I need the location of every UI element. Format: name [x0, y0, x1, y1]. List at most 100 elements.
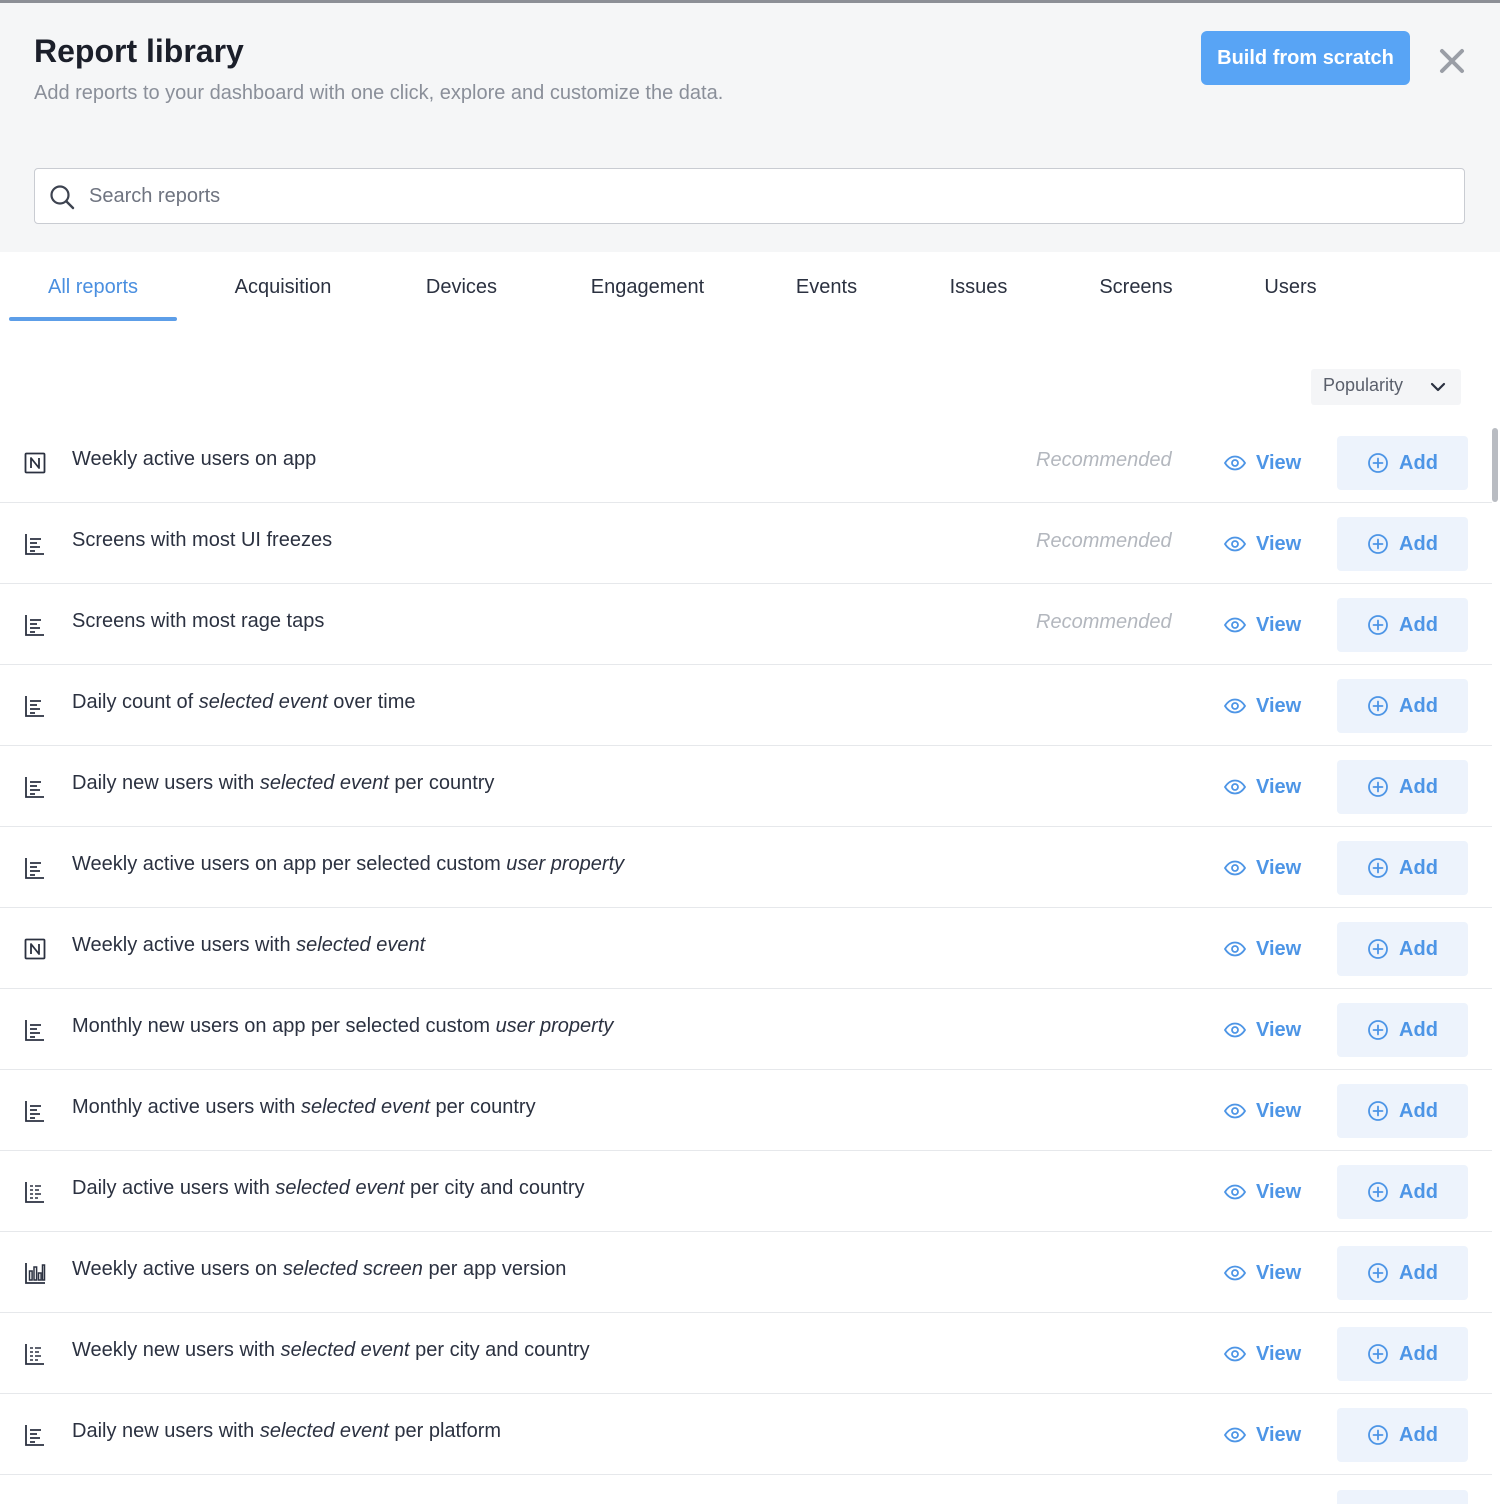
- report-title-variable: selected event: [296, 934, 426, 956]
- bar-list-icon: [24, 614, 46, 636]
- add-label: Add: [1399, 1018, 1438, 1041]
- report-row[interactable]: Monthly active users with selected event…: [0, 1070, 1492, 1151]
- add-button[interactable]: Add: [1337, 1246, 1468, 1300]
- add-button[interactable]: Add: [1337, 1327, 1468, 1381]
- add-button[interactable]: Add: [1337, 436, 1468, 490]
- report-title-variable: selected screen: [282, 1258, 423, 1280]
- sort-dropdown[interactable]: Popularity: [1311, 369, 1461, 405]
- active-tab-indicator: [9, 317, 177, 321]
- eye-icon: [1224, 941, 1246, 957]
- view-button[interactable]: View: [1224, 527, 1301, 561]
- report-title: Weekly active users with selected event: [72, 934, 425, 957]
- search-input[interactable]: [89, 169, 1449, 223]
- tab-issues[interactable]: Issues: [928, 252, 1029, 322]
- view-button[interactable]: View: [1224, 851, 1301, 885]
- view-button[interactable]: View: [1224, 1418, 1301, 1452]
- view-button[interactable]: View: [1224, 1175, 1301, 1209]
- plus-circle-icon: [1368, 777, 1388, 797]
- report-title-text: per country: [429, 1096, 536, 1118]
- tab-devices[interactable]: Devices: [400, 252, 523, 322]
- eye-icon: [1224, 617, 1246, 633]
- view-label: View: [1256, 451, 1302, 474]
- eye-icon: [1224, 698, 1246, 714]
- eye-icon: [1224, 1427, 1246, 1443]
- plus-circle-icon: [1368, 696, 1388, 716]
- bar-list-icon: [24, 1019, 46, 1041]
- plus-circle-icon: [1368, 1020, 1388, 1040]
- add-button[interactable]: Add: [1337, 841, 1468, 895]
- view-button[interactable]: View: [1224, 689, 1301, 723]
- add-label: Add: [1399, 1423, 1438, 1446]
- close-icon: [1440, 49, 1464, 73]
- report-row[interactable]: Weekly active users on selected screen p…: [0, 1232, 1492, 1313]
- eye-icon: [1224, 1184, 1246, 1200]
- report-title-variable: selected event: [275, 1177, 405, 1199]
- report-row[interactable]: Monthly new users on app per selected cu…: [0, 989, 1492, 1070]
- report-title-text: Monthly active users with: [72, 1096, 301, 1118]
- report-row[interactable]: Weekly active users with selected event V…: [0, 908, 1492, 989]
- tab-users[interactable]: Users: [1245, 252, 1336, 322]
- report-title-variable: selected event: [259, 772, 389, 794]
- report-row[interactable]: Daily active users with selected event p…: [0, 1151, 1492, 1232]
- scrollbar-thumb[interactable]: [1492, 428, 1498, 502]
- tab-acquisition[interactable]: Acquisition: [208, 252, 358, 322]
- view-button[interactable]: View: [1224, 1256, 1301, 1290]
- report-title: Daily active users with selected event p…: [72, 1177, 584, 1200]
- add-button[interactable]: Add: [1337, 679, 1468, 733]
- report-row[interactable]: Daily new users with selected event per …: [0, 1394, 1492, 1475]
- add-button[interactable]: Add: [1337, 1003, 1468, 1057]
- report-row[interactable]: Weekly active users on app Recommended Vie…: [0, 422, 1492, 503]
- sort-label: Popularity: [1323, 375, 1404, 395]
- plus-circle-icon: [1368, 453, 1388, 473]
- report-row[interactable]: Screens with most rage taps Recommended Vi…: [0, 584, 1492, 665]
- tab-events[interactable]: Events: [776, 252, 877, 322]
- search-box[interactable]: [34, 168, 1465, 224]
- report-row[interactable]: Weekly new users with selected event per…: [0, 1313, 1492, 1394]
- report-row[interactable]: Daily new users with selected event per …: [0, 746, 1492, 827]
- dialog-header: Report library Add reports to your dashb…: [0, 3, 1500, 252]
- tab-screens[interactable]: Screens: [1080, 252, 1192, 322]
- add-button[interactable]: Add: [1337, 598, 1468, 652]
- view-button[interactable]: View: [1224, 446, 1301, 480]
- add-button-partial[interactable]: [1337, 1490, 1468, 1504]
- report-title: Daily count of selected event over time: [72, 691, 416, 714]
- add-button[interactable]: Add: [1337, 922, 1468, 976]
- add-label: Add: [1399, 1099, 1438, 1122]
- plus-circle-icon: [1368, 1182, 1388, 1202]
- tab-engagement[interactable]: Engagement: [570, 252, 725, 322]
- report-row[interactable]: Daily count of selected event over time V…: [0, 665, 1492, 746]
- report-title-text: per app version: [422, 1258, 567, 1280]
- table-list-icon: [24, 1181, 46, 1203]
- add-button[interactable]: Add: [1337, 517, 1468, 571]
- report-row[interactable]: Screens with most UI freezes Recommended V…: [0, 503, 1492, 584]
- bar-list-icon: [24, 857, 46, 879]
- add-label: Add: [1399, 937, 1438, 960]
- add-button[interactable]: Add: [1337, 1084, 1468, 1138]
- build-from-scratch-button[interactable]: Build from scratch: [1201, 31, 1410, 85]
- report-title-variable: selected event: [198, 691, 328, 713]
- view-label: View: [1256, 1423, 1302, 1446]
- view-button[interactable]: View: [1224, 608, 1301, 642]
- add-button[interactable]: Add: [1337, 760, 1468, 814]
- add-button[interactable]: Add: [1337, 1165, 1468, 1219]
- report-title: Weekly new users with selected event per…: [72, 1339, 590, 1362]
- number-icon: [24, 452, 46, 474]
- bar-list-icon: [24, 695, 46, 717]
- view-button[interactable]: View: [1224, 932, 1301, 966]
- close-button[interactable]: [1434, 43, 1470, 79]
- report-title: Weekly active users on selected screen p…: [72, 1258, 566, 1281]
- view-label: View: [1256, 1342, 1302, 1365]
- add-label: Add: [1399, 451, 1438, 474]
- view-button[interactable]: View: [1224, 1013, 1301, 1047]
- add-button[interactable]: Add: [1337, 1408, 1468, 1462]
- tab-all-reports[interactable]: All reports: [9, 252, 177, 322]
- report-title-text: per city and country: [404, 1177, 585, 1199]
- view-button[interactable]: View: [1224, 1337, 1301, 1371]
- report-title-text: per city and country: [409, 1339, 590, 1361]
- view-button[interactable]: View: [1224, 770, 1301, 804]
- recommended-tag: Recommended: [1036, 611, 1172, 633]
- report-row[interactable]: Weekly active users on app per selected …: [0, 827, 1492, 908]
- eye-icon: [1224, 1265, 1246, 1281]
- report-title-text: Weekly active users on app: [72, 448, 317, 470]
- view-button[interactable]: View: [1224, 1094, 1301, 1128]
